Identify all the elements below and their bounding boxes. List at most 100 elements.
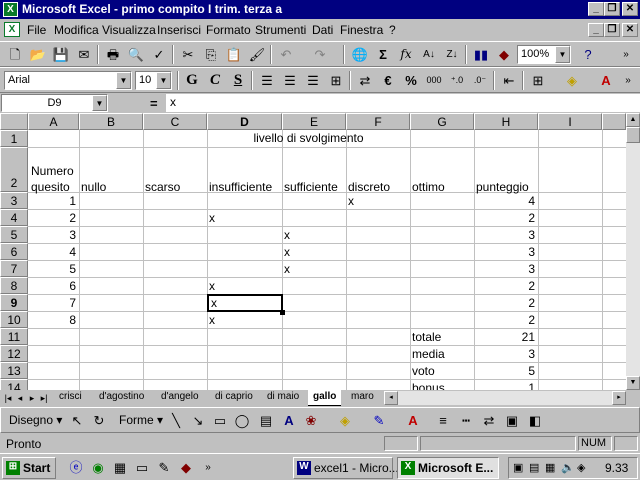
summary-label-cell[interactable]: voto bbox=[412, 363, 435, 379]
italic-button[interactable]: C bbox=[205, 71, 225, 90]
borders-icon[interactable]: ⊞ bbox=[528, 71, 548, 90]
scroll-right-icon[interactable]: ▸ bbox=[612, 391, 626, 405]
new-icon[interactable]: 🗋 bbox=[5, 45, 25, 64]
print-icon[interactable]: 🖶 bbox=[103, 45, 123, 64]
arrow-style-icon[interactable]: ⇄ bbox=[479, 411, 499, 430]
volume-icon[interactable]: 🔈 bbox=[561, 461, 575, 474]
channels-icon[interactable]: ▦ bbox=[110, 458, 130, 477]
sheet-tab[interactable]: d'agostino bbox=[94, 390, 149, 406]
menu-finestra[interactable]: Finestra bbox=[340, 23, 383, 37]
sheet-tab[interactable]: maro bbox=[346, 390, 379, 406]
menu-modifica[interactable]: Modifica bbox=[54, 23, 99, 37]
redo-icon[interactable]: ↷ bbox=[310, 45, 330, 64]
horizontal-scrollbar[interactable]: ◂ ▸ bbox=[384, 391, 626, 405]
more-buttons-icon[interactable]: » bbox=[618, 71, 638, 90]
align-center-icon[interactable]: ☰ bbox=[280, 71, 300, 90]
last-sheet-icon[interactable]: ▸| bbox=[38, 391, 50, 405]
network-icon[interactable]: ▣ bbox=[513, 461, 523, 474]
paste-icon[interactable]: 📋 bbox=[224, 45, 244, 64]
dash-style-icon[interactable]: ┅ bbox=[456, 411, 476, 430]
column-header-b[interactable]: B bbox=[79, 113, 143, 130]
sheet-tab[interactable]: di caprio bbox=[210, 390, 258, 406]
spelling-icon[interactable]: ✓ bbox=[149, 45, 169, 64]
row-header[interactable]: 9 bbox=[0, 294, 28, 311]
3d-icon[interactable]: ◧ bbox=[525, 411, 545, 430]
cut-icon[interactable]: ✂ bbox=[178, 45, 198, 64]
doc-restore-button[interactable]: ❐ bbox=[604, 23, 620, 37]
menu-inserisci[interactable]: Inserisci bbox=[157, 23, 201, 37]
merge-center-icon[interactable]: ⊞ bbox=[326, 71, 346, 90]
chevron-down-icon[interactable]: ▼ bbox=[156, 72, 171, 89]
insufficiente-mark-cell[interactable]: x bbox=[209, 278, 215, 294]
summary-label-cell[interactable]: totale bbox=[412, 329, 441, 345]
quesito-number-cell[interactable]: 2 bbox=[28, 210, 76, 226]
sheet-tab[interactable]: d'angelo bbox=[156, 390, 204, 406]
autoshapes-menu[interactable]: Forme ▾ bbox=[119, 413, 163, 427]
chart-wizard-icon[interactable]: ▮▮ bbox=[471, 45, 491, 64]
autosum-icon[interactable]: Σ bbox=[373, 45, 393, 64]
column-header-h[interactable]: H bbox=[474, 113, 538, 130]
oval-icon[interactable]: ◯ bbox=[232, 411, 252, 430]
taskbar-button-active[interactable]: X Microsoft E... bbox=[397, 457, 499, 479]
select-objects-icon[interactable]: ↖ bbox=[67, 411, 87, 430]
punteggio-cell[interactable]: 2 bbox=[474, 312, 535, 328]
chevron-down-icon[interactable]: ▼ bbox=[92, 95, 107, 111]
currency-button[interactable]: € bbox=[378, 71, 398, 90]
first-sheet-icon[interactable]: |◂ bbox=[2, 391, 14, 405]
scroll-down-icon[interactable]: ▼ bbox=[626, 376, 640, 390]
doc-minimize-button[interactable]: _ bbox=[588, 23, 604, 37]
insufficiente-mark-cell[interactable]: x bbox=[209, 210, 215, 226]
menu-help[interactable]: ? bbox=[389, 23, 396, 37]
open-icon[interactable]: 📂 bbox=[28, 45, 48, 64]
clock[interactable]: 9.33 bbox=[605, 461, 628, 475]
sufficiente-mark-cell[interactable]: x bbox=[284, 261, 290, 277]
excel-icon[interactable]: X bbox=[3, 2, 18, 17]
column-header-e[interactable]: E bbox=[282, 113, 346, 130]
doc-close-button[interactable]: ✕ bbox=[622, 23, 638, 37]
font-select[interactable]: Arial ▼ bbox=[4, 71, 132, 90]
clip-art-icon[interactable]: ❀ bbox=[301, 411, 321, 430]
punteggio-cell[interactable]: 2 bbox=[474, 210, 535, 226]
row-header[interactable]: 11 bbox=[0, 328, 28, 345]
name-box[interactable]: D9 ▼ bbox=[1, 94, 108, 112]
fill-color-icon[interactable]: ◈ bbox=[562, 71, 582, 90]
sheet-tab[interactable]: di maio bbox=[262, 390, 304, 406]
indent-icon[interactable]: ⇤ bbox=[499, 71, 519, 90]
percent-button[interactable]: % bbox=[401, 71, 421, 90]
close-button[interactable]: ✕ bbox=[622, 2, 638, 16]
column-header-g[interactable]: G bbox=[410, 113, 474, 130]
select-all-corner[interactable] bbox=[0, 113, 28, 130]
row-header[interactable]: 13 bbox=[0, 362, 28, 379]
maximize-button[interactable]: ❐ bbox=[604, 2, 620, 16]
workbook-icon[interactable]: X bbox=[4, 22, 20, 37]
align-right-icon[interactable]: ☰ bbox=[303, 71, 323, 90]
monitor-icon[interactable]: ▦ bbox=[545, 461, 555, 474]
euro-conversion-icon[interactable]: ⇄ bbox=[355, 71, 375, 90]
punteggio-cell[interactable]: 3 bbox=[474, 244, 535, 260]
format-painter-icon[interactable]: 🖌 bbox=[247, 45, 267, 64]
menu-strumenti[interactable]: Strumenti bbox=[255, 23, 306, 37]
header-cell-scarso[interactable]: scarso bbox=[145, 179, 180, 195]
column-header-d[interactable]: D bbox=[207, 113, 282, 130]
column-header-j[interactable] bbox=[602, 113, 626, 130]
scroll-left-icon[interactable]: ◂ bbox=[384, 391, 398, 405]
more-buttons-icon[interactable]: » bbox=[616, 45, 636, 64]
quesito-number-cell[interactable]: 1 bbox=[28, 193, 76, 209]
active-cell-d9[interactable]: x bbox=[207, 294, 283, 312]
row-header[interactable]: 14 bbox=[0, 379, 28, 390]
column-header-a[interactable]: A bbox=[28, 113, 79, 130]
sheet-tab-active[interactable]: gallo bbox=[308, 390, 342, 406]
quesito-number-cell[interactable]: 7 bbox=[28, 295, 76, 311]
row-header[interactable]: 5 bbox=[0, 226, 28, 243]
outlook-express-icon[interactable]: ◉ bbox=[88, 458, 108, 477]
draw-menu[interactable]: Disegno ▾ bbox=[9, 413, 62, 427]
scheduler-icon[interactable]: ▤ bbox=[529, 461, 539, 474]
row-header[interactable]: 2 bbox=[0, 147, 28, 192]
show-desktop-icon[interactable]: ▭ bbox=[132, 458, 152, 477]
insufficiente-mark-cell[interactable]: x bbox=[209, 312, 215, 328]
formula-input[interactable]: x bbox=[166, 94, 640, 112]
taskbar-button[interactable]: W excel1 - Micro... bbox=[293, 457, 399, 479]
summary-value-cell[interactable]: 5 bbox=[474, 363, 535, 379]
increase-decimal-icon[interactable]: ⁺.0 bbox=[447, 71, 467, 90]
header-cell-numero[interactable]: Numero bbox=[31, 163, 74, 179]
